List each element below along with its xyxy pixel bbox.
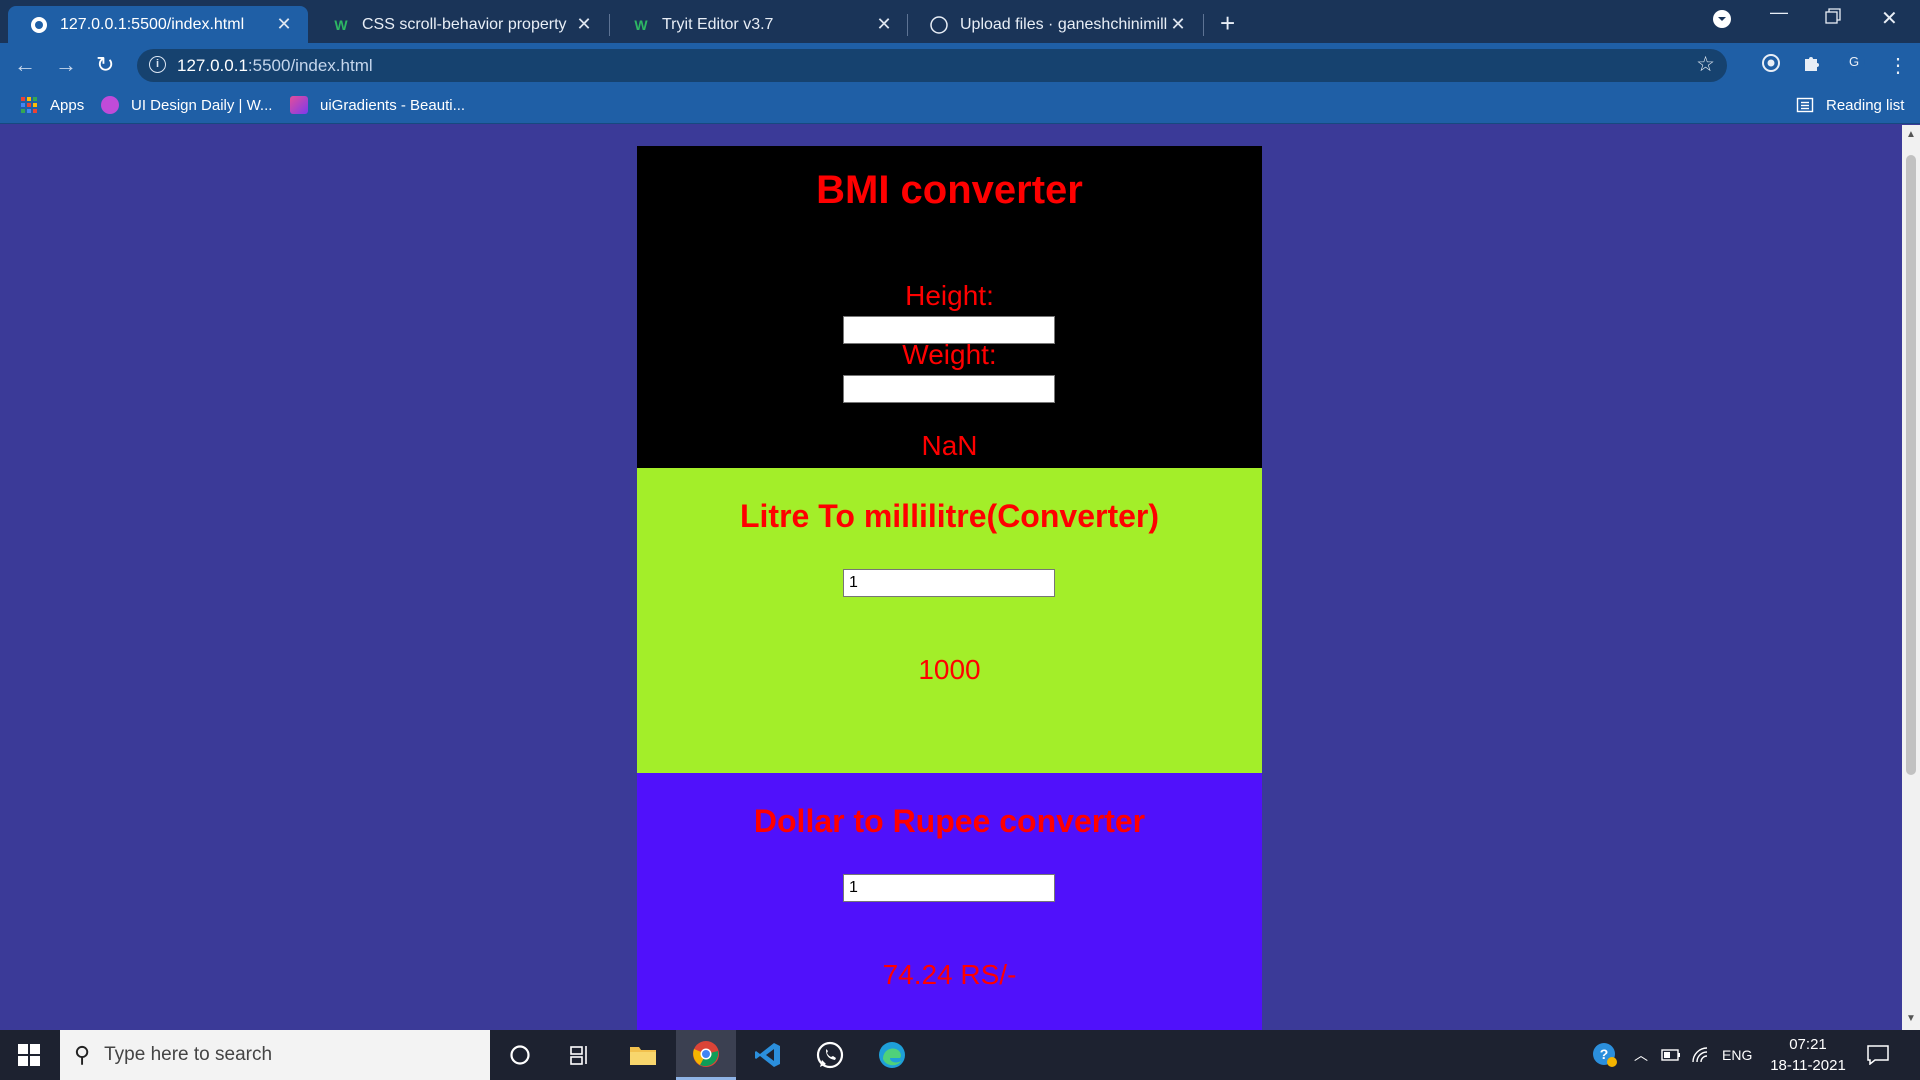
minimize-icon[interactable]: —: [1770, 2, 1788, 23]
globe-icon: [30, 16, 48, 34]
tab-active[interactable]: 127.0.0.1:5500/index.html ✕: [8, 6, 308, 43]
extension-circle-icon[interactable]: [1761, 53, 1781, 79]
close-icon[interactable]: ✕: [874, 14, 894, 35]
tab-title: CSS scroll-behavior property: [362, 15, 567, 33]
restore-icon[interactable]: [1825, 8, 1841, 29]
close-icon[interactable]: ✕: [574, 14, 594, 35]
task-view-icon[interactable]: [550, 1030, 610, 1080]
windows-start-icon[interactable]: [18, 1044, 40, 1066]
scrollbar-thumb[interactable]: [1906, 155, 1916, 775]
height-label: Height:: [905, 280, 994, 311]
page-scrollbar[interactable]: ▲ ▼: [1902, 125, 1920, 1030]
reload-icon[interactable]: ↻: [96, 52, 114, 78]
close-window-icon[interactable]: ✕: [1881, 6, 1898, 31]
apps-grid-icon: [20, 96, 38, 114]
wifi-icon[interactable]: [1691, 1030, 1711, 1080]
weight-input[interactable]: [843, 375, 1055, 403]
bookmark-star-icon[interactable]: ☆: [1696, 52, 1715, 77]
scroll-up-arrow-icon[interactable]: ▲: [1906, 129, 1916, 140]
bookmark-uigradients[interactable]: uiGradients - Beauti...: [290, 96, 465, 114]
address-bar[interactable]: i 127.0.0.1:5500/index.html ☆: [137, 49, 1727, 82]
dollar-input[interactable]: [843, 874, 1055, 902]
bmi-result: NaN: [921, 430, 978, 461]
clock-date: 18-11-2021: [1770, 1057, 1846, 1074]
taskbar-search-box[interactable]: ⚲ Type here to search: [60, 1030, 490, 1080]
url-path: :5500/index.html: [247, 56, 373, 75]
clock-time: 07:21: [1789, 1036, 1827, 1053]
tab-css-scroll[interactable]: W CSS scroll-behavior property ✕: [310, 6, 608, 43]
chrome-taskbar-icon[interactable]: [676, 1030, 736, 1080]
bookmark-label: Apps: [50, 96, 85, 114]
litre-input[interactable]: [843, 569, 1055, 597]
help-icon[interactable]: ?: [1592, 1030, 1618, 1080]
info-icon[interactable]: i: [149, 56, 166, 73]
bookmarks-bar: Apps UI Design Daily | W... uiGradients …: [0, 88, 1920, 124]
weight-label: Weight:: [902, 339, 997, 370]
uigradients-icon: [290, 96, 308, 114]
show-hidden-icons-chevron-icon[interactable]: ︿: [1634, 1030, 1648, 1080]
tab-tryit-editor[interactable]: W Tryit Editor v3.7 ✕: [610, 6, 908, 43]
tab-strip: 127.0.0.1:5500/index.html ✕ W CSS scroll…: [0, 0, 1920, 43]
ui-design-daily-icon: [101, 96, 119, 114]
reading-list-icon: [1796, 96, 1814, 114]
w3schools-icon: W: [334, 16, 348, 33]
w3schools-icon: W: [634, 16, 648, 33]
taskbar-clock[interactable]: 07:21 18-11-2021: [1758, 1034, 1858, 1076]
browser-toolbar: ← → ↻ i 127.0.0.1:5500/index.html ☆ G ⋮: [0, 43, 1920, 88]
tab-title: 127.0.0.1:5500/index.html: [60, 15, 245, 33]
notifications-icon[interactable]: [1867, 1030, 1889, 1080]
close-icon[interactable]: ✕: [1168, 14, 1188, 35]
scroll-down-arrow-icon[interactable]: ▼: [1906, 1013, 1916, 1024]
back-arrow-icon[interactable]: ←: [14, 52, 36, 78]
svg-text:?: ?: [1600, 1046, 1609, 1062]
millilitre-result: 1000: [918, 654, 981, 685]
new-tab-button[interactable]: +: [1220, 8, 1235, 39]
address-url[interactable]: 127.0.0.1:5500/index.html: [177, 56, 373, 76]
github-icon: [930, 15, 948, 34]
dollar-converter-section: Dollar to Rupee converter 74.24 RS/-: [637, 773, 1262, 1030]
bmi-converter-section: BMI converter Height: Weight: NaN: [637, 146, 1262, 468]
rupee-result: 74.24 RS/-: [882, 959, 1017, 990]
bookmark-label: UI Design Daily | W...: [131, 96, 273, 114]
search-placeholder: Type here to search: [104, 1044, 273, 1065]
battery-icon[interactable]: [1661, 1030, 1681, 1080]
page-viewport: BMI converter Height: Weight: NaN Litre …: [0, 125, 1902, 1030]
language-indicator[interactable]: ENG: [1722, 1030, 1752, 1080]
search-icon: ⚲: [74, 1042, 91, 1067]
litre-converter-section: Litre To millilitre(Converter) 1000: [637, 468, 1262, 773]
url-host: 127.0.0.1: [177, 56, 248, 75]
bookmark-ui-design-daily[interactable]: UI Design Daily | W...: [101, 96, 272, 114]
tab-github-upload[interactable]: Upload files · ganeshchinimilli/an ✕: [908, 6, 1202, 43]
cortana-icon[interactable]: [490, 1030, 550, 1080]
windows-taskbar: ⚲ Type here to search ? ︿ ENG 07:21 18-1…: [0, 1030, 1920, 1080]
reading-list-label: Reading list: [1826, 96, 1905, 114]
tab-search-icon[interactable]: [1712, 9, 1732, 34]
litre-title: Litre To millilitre(Converter): [739, 498, 1159, 534]
profile-avatar[interactable]: G: [1843, 51, 1865, 73]
dollar-title: Dollar to Rupee converter: [753, 803, 1146, 839]
forward-arrow-icon[interactable]: →: [55, 52, 77, 78]
close-icon[interactable]: ✕: [274, 14, 294, 35]
vscode-icon[interactable]: [738, 1030, 798, 1080]
bookmark-apps[interactable]: Apps: [20, 96, 84, 114]
tab-separator: [1203, 14, 1204, 36]
bmi-title: BMI converter: [816, 168, 1083, 212]
tab-title: Upload files · ganeshchinimilli/an: [960, 15, 1168, 33]
edge-icon[interactable]: [862, 1030, 922, 1080]
puzzle-extensions-icon[interactable]: [1802, 53, 1822, 79]
bookmark-label: uiGradients - Beauti...: [320, 96, 466, 114]
whatsapp-icon[interactable]: [800, 1030, 860, 1080]
tab-title: Tryit Editor v3.7: [662, 15, 774, 33]
menu-dots-icon[interactable]: ⋮: [1888, 53, 1908, 78]
reading-list-button[interactable]: Reading list: [1796, 96, 1904, 114]
file-explorer-icon[interactable]: [613, 1030, 673, 1080]
